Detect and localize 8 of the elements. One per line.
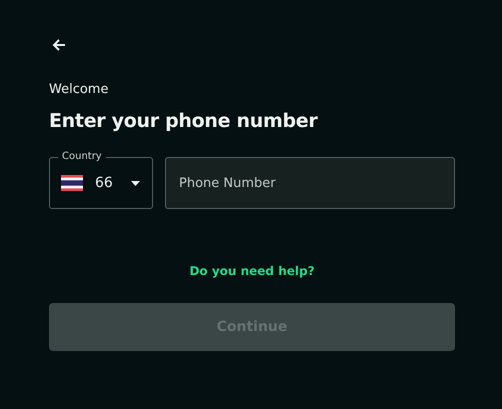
page-title: Enter your phone number [49, 109, 319, 134]
country-label: Country [58, 150, 106, 164]
flag-icon [61, 175, 83, 191]
phone-number-field[interactable]: Phone Number [165, 157, 455, 209]
back-arrow-icon[interactable] [52, 38, 66, 52]
greeting: Welcome [49, 82, 110, 98]
help-link[interactable]: Do you need help? [189, 264, 315, 278]
caret-icon [131, 180, 140, 186]
